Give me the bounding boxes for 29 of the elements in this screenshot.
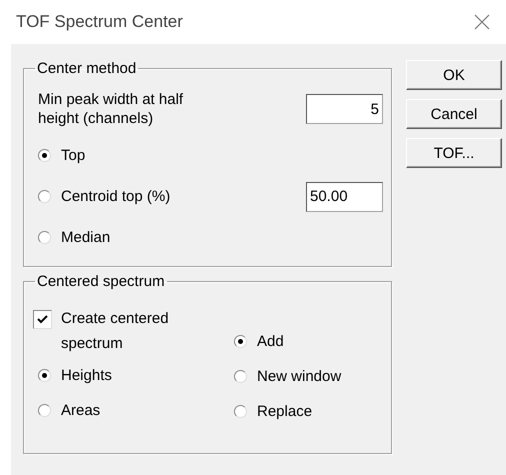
dialog-button[interactable]: TOF... bbox=[406, 138, 502, 168]
radio-button[interactable] bbox=[38, 404, 51, 417]
field-label: Min peak width at half height (channels) bbox=[37, 90, 184, 128]
radio-label: Replace bbox=[257, 403, 312, 420]
checkmark-icon bbox=[37, 315, 48, 324]
radio-button[interactable] bbox=[38, 231, 51, 244]
radio-button[interactable] bbox=[38, 190, 51, 203]
window-title: TOF Spectrum Center bbox=[16, 12, 183, 32]
radio-label: Areas bbox=[61, 402, 100, 419]
radio-button[interactable] bbox=[38, 369, 51, 382]
radio-label: Centroid top (%) bbox=[61, 188, 170, 205]
radio-button[interactable] bbox=[234, 370, 247, 383]
radio-button[interactable] bbox=[234, 405, 247, 418]
radio-label: Heights bbox=[61, 367, 112, 384]
checkbox-label: Create centered spectrum bbox=[61, 309, 170, 354]
dialog-button[interactable]: Cancel bbox=[406, 99, 502, 129]
close-icon[interactable] bbox=[474, 14, 490, 30]
input-field[interactable]: 5 bbox=[306, 94, 383, 124]
dialog-button[interactable]: OK bbox=[406, 60, 502, 90]
group-title: Centered spectrum bbox=[36, 273, 166, 290]
radio-label: New window bbox=[257, 368, 342, 385]
radio-button[interactable] bbox=[38, 149, 51, 162]
radio-button[interactable] bbox=[234, 335, 247, 348]
radio-label: Top bbox=[61, 147, 86, 164]
group-title: Center method bbox=[36, 60, 138, 77]
radio-label: Median bbox=[61, 229, 110, 246]
checkbox[interactable] bbox=[33, 310, 52, 329]
input-field[interactable]: 50.00 bbox=[306, 182, 383, 212]
radio-label: Add bbox=[257, 333, 284, 350]
